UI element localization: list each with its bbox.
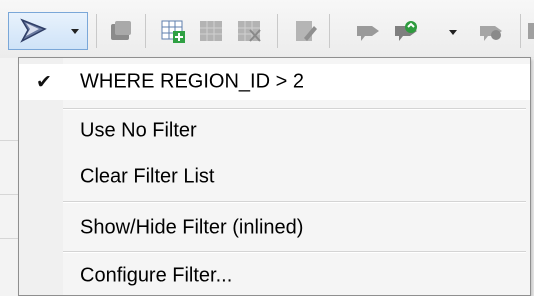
grid-line bbox=[0, 140, 18, 141]
filter-icon bbox=[20, 18, 47, 43]
toolbar-separator bbox=[96, 14, 97, 48]
copy-row-icon[interactable] bbox=[236, 18, 262, 44]
partial-icon[interactable] bbox=[527, 18, 534, 44]
menu-item-label: Configure Filter... bbox=[80, 264, 233, 287]
chevron-down-icon[interactable] bbox=[449, 30, 457, 35]
filter-dropdown-button[interactable] bbox=[8, 12, 88, 50]
grid-line bbox=[0, 194, 18, 195]
chevron-down-icon bbox=[71, 29, 79, 34]
toolbar bbox=[0, 0, 534, 58]
toolbar-separator bbox=[277, 14, 278, 48]
edit-icon[interactable] bbox=[292, 18, 318, 44]
delete-row-icon[interactable] bbox=[198, 18, 224, 44]
add-row-icon[interactable] bbox=[160, 18, 186, 44]
menu-separator bbox=[63, 201, 526, 203]
table-icon[interactable] bbox=[108, 18, 134, 44]
menu-item-where-region[interactable]: ✔ WHERE REGION_ID > 2 bbox=[19, 64, 530, 100]
refresh-icon[interactable] bbox=[393, 18, 419, 44]
menu-item-label: Show/Hide Filter (inlined) bbox=[80, 216, 304, 239]
arrow-left-icon[interactable] bbox=[355, 18, 381, 44]
toolbar-separator bbox=[329, 14, 330, 48]
toolbar-separator bbox=[145, 14, 146, 48]
grid-line bbox=[0, 238, 18, 239]
toolbar-separator bbox=[520, 14, 521, 48]
check-icon: ✔ bbox=[36, 71, 52, 93]
menu-item-label: WHERE REGION_ID > 2 bbox=[80, 70, 304, 93]
menu-item-label: Use No Filter bbox=[80, 119, 197, 142]
menu-item-clear-filter-list[interactable]: Clear Filter List bbox=[19, 159, 530, 195]
menu-item-label: Clear Filter List bbox=[80, 165, 215, 188]
menu-separator bbox=[63, 108, 526, 110]
menu-item-use-no-filter[interactable]: Use No Filter bbox=[19, 113, 530, 149]
filter-menu: ✔ WHERE REGION_ID > 2 Use No Filter Clea… bbox=[18, 57, 531, 296]
menu-item-configure-filter[interactable]: Configure Filter... bbox=[19, 258, 530, 294]
menu-separator bbox=[63, 251, 526, 253]
menu-item-show-hide-filter[interactable]: Show/Hide Filter (inlined) bbox=[19, 210, 530, 246]
arrow-right-icon[interactable] bbox=[478, 18, 504, 44]
